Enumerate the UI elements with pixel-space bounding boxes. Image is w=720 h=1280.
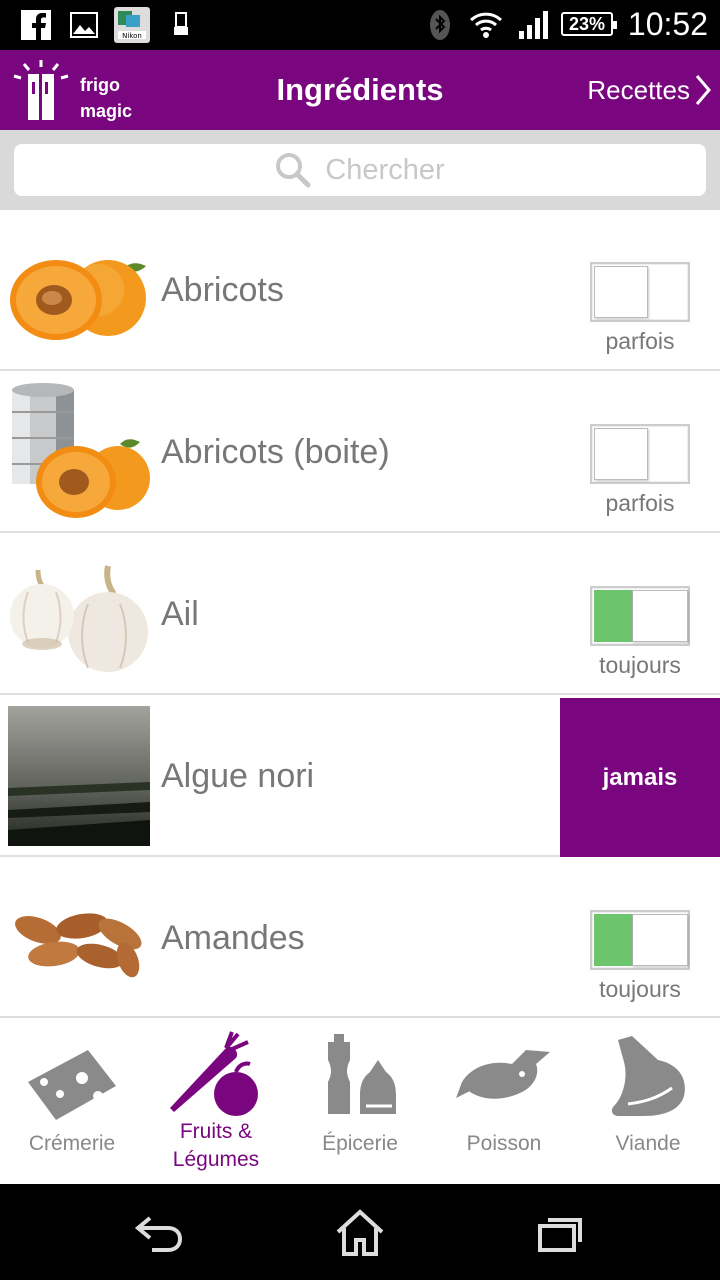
tab-label-line1: Fruits & — [179, 1120, 253, 1143]
tab-label-line2: Légumes — [172, 1148, 260, 1171]
tab-label: Viande — [615, 1132, 681, 1155]
recettes-button[interactable]: Recettes — [587, 50, 712, 130]
facebook-icon — [20, 9, 52, 41]
carrot-apple-icon — [170, 1031, 258, 1116]
apricot-image — [8, 220, 150, 360]
ingredient-name: Ail — [161, 595, 199, 633]
status-bar: Nikon 23% 10:52 — [0, 0, 720, 50]
tab-poisson[interactable]: Poisson — [432, 1018, 576, 1184]
tab-viande[interactable]: Viande — [576, 1018, 720, 1184]
frequency-toggle[interactable] — [590, 910, 690, 970]
back-button[interactable] — [130, 1208, 190, 1256]
ingredient-list: Abricots parfois Abricots (boite) parfoi… — [0, 210, 720, 1016]
ingredient-name: Amandes — [161, 919, 305, 957]
frequency-toggle[interactable] — [590, 586, 690, 646]
frequency-label: parfois — [605, 490, 675, 516]
search-bar: Chercher — [0, 130, 720, 210]
list-item[interactable]: Ail toujours — [0, 534, 720, 695]
search-placeholder: Chercher — [325, 153, 445, 186]
ingredient-name: Abricots — [161, 271, 284, 309]
garlic-image — [8, 544, 150, 684]
svg-text:Nikon: Nikon — [122, 32, 142, 40]
gallery-icon — [68, 9, 100, 41]
canned-apricot-image — [8, 382, 150, 522]
frequency-toggle[interactable] — [590, 424, 690, 484]
back-arrow-icon — [134, 1216, 183, 1252]
cheese-icon — [28, 1050, 116, 1120]
fish-icon — [456, 1050, 550, 1099]
chevron-right-icon — [695, 75, 711, 105]
ingredient-name: Abricots (boite) — [161, 433, 390, 471]
recent-apps-button[interactable] — [530, 1208, 590, 1256]
search-icon — [276, 153, 311, 188]
list-item[interactable]: Abricots parfois — [0, 210, 720, 371]
tab-label: Épicerie — [322, 1132, 398, 1155]
tab-epicerie[interactable]: Épicerie — [288, 1018, 432, 1184]
almonds-image — [8, 868, 150, 1008]
list-item[interactable]: Amandes toujours — [0, 858, 720, 1016]
system-nav-bar — [0, 1184, 720, 1280]
home-icon — [336, 1209, 384, 1256]
nori-seaweed-image — [8, 706, 150, 846]
wifi-icon — [468, 9, 504, 41]
meat-icon — [611, 1036, 685, 1116]
nikon-app-icon: Nikon — [114, 7, 150, 43]
signal-icon — [516, 9, 550, 41]
battery-indicator: 23% — [561, 12, 617, 36]
recent-apps-icon — [538, 1218, 582, 1252]
search-input[interactable]: Chercher — [14, 144, 706, 196]
list-item[interactable]: Abricots (boite) parfois — [0, 372, 720, 533]
jamais-button[interactable]: jamais — [560, 698, 720, 857]
app-bar: frigo magic Ingrédients Recettes — [0, 50, 720, 130]
ingredient-name: Algue nori — [161, 757, 315, 795]
recettes-label: Recettes — [587, 74, 690, 105]
frequency-label: toujours — [599, 976, 681, 1002]
salt-pepper-icon — [328, 1034, 396, 1114]
tab-label: Fruits & Légumes — [144, 1118, 288, 1174]
tab-fruits-legumes[interactable]: Fruits & Légumes — [144, 1018, 288, 1184]
tab-label: Crémerie — [28, 1132, 116, 1155]
tab-cremerie[interactable]: Crémerie — [0, 1018, 144, 1184]
tab-label: Poisson — [466, 1132, 542, 1155]
bluetooth-icon — [428, 9, 452, 41]
clock: 10:52 — [627, 6, 708, 42]
category-tab-bar: Crémerie Fruits & Légumes Épicerie Poiss… — [0, 1016, 720, 1184]
frequency-toggle[interactable] — [590, 262, 690, 322]
list-item[interactable]: Algue nori jamais — [0, 696, 720, 857]
frequency-label: parfois — [605, 328, 675, 354]
frequency-label: toujours — [599, 652, 681, 678]
home-button[interactable] — [330, 1208, 390, 1256]
usb-icon — [168, 9, 192, 41]
